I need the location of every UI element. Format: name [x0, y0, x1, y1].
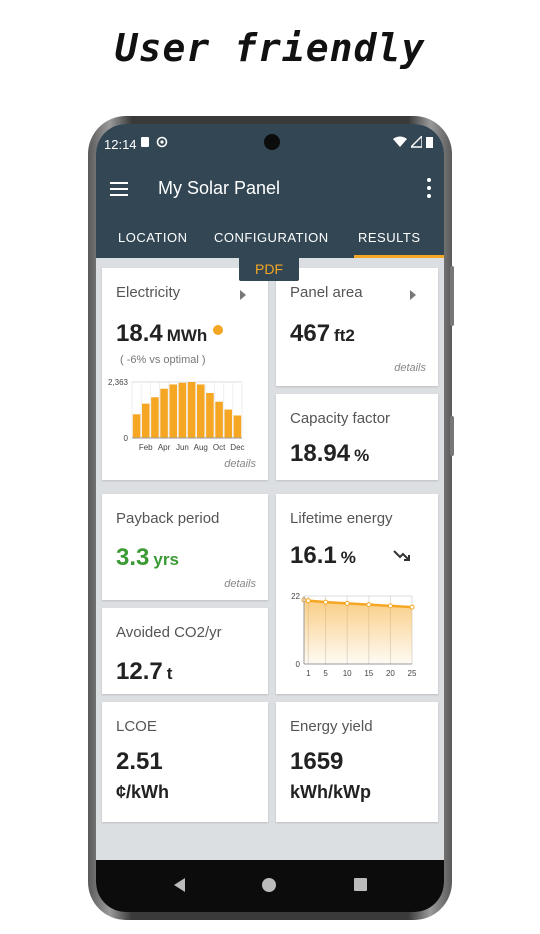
home-icon[interactable]	[262, 878, 276, 892]
lifetime-energy-value: 16.1%	[290, 542, 356, 569]
x-tick-15: 15	[364, 669, 373, 678]
panel-area-label: Panel area	[290, 284, 363, 301]
tab-configuration[interactable]: CONFIGURATION	[214, 230, 329, 245]
tab-location[interactable]: LOCATION	[118, 230, 188, 245]
data-point-1	[305, 598, 311, 604]
sim-icon	[141, 137, 149, 147]
x-tick-20: 20	[386, 669, 395, 678]
more-options-icon[interactable]	[426, 178, 432, 198]
app-title: My Solar Panel	[158, 178, 281, 198]
x-tick-25: 25	[408, 669, 417, 678]
y-tick-max: 22	[291, 592, 300, 601]
status-dot-icon	[213, 325, 224, 335]
front-camera	[264, 134, 280, 150]
electricity-note: ( -6% vs optimal )	[120, 354, 206, 366]
bar-nov	[224, 409, 233, 438]
recent-apps-icon[interactable]	[354, 878, 367, 891]
payback-value: 3.3 yrs	[116, 544, 179, 571]
lifetime-energy-label: Lifetime energy	[290, 510, 393, 527]
lcoe-label: LCOE	[116, 718, 157, 735]
x-tick-10: 10	[343, 669, 352, 678]
x-tick-1: 1	[306, 669, 311, 678]
lcoe-value: 2.51	[116, 748, 163, 775]
energy-yield-label: Energy yield	[290, 718, 373, 735]
lifetime-energy-chart: 2201 5 10 15 20 25	[291, 592, 417, 678]
data-point-25	[409, 604, 415, 610]
y-tick-zero: 0	[124, 434, 129, 443]
x-tick-dec: Dec	[230, 443, 244, 452]
panel-area-card[interactable]: Panel area 467 ft2 details	[276, 268, 438, 386]
electricity-unit: MWh	[166, 326, 208, 345]
electricity-details-link[interactable]: details	[224, 458, 256, 470]
bar-feb	[141, 403, 150, 438]
chevron-right-icon	[240, 290, 246, 300]
co2-value: 12.7 t	[116, 658, 173, 685]
wifi-icon	[393, 136, 407, 147]
energy-yield-unit: kWh/kWp	[290, 782, 371, 802]
bar-oct	[215, 401, 223, 438]
phone-frame: 12:14 My Solar Panel LOCATION CONFIGURAT…	[88, 116, 454, 920]
bar-mar	[151, 397, 159, 438]
payback-details-link[interactable]: details	[224, 578, 256, 590]
bar-jan	[132, 414, 141, 438]
x-tick-feb: Feb	[139, 443, 153, 452]
bar-sep	[206, 392, 214, 438]
panel-area-value: 467 ft2	[290, 320, 355, 347]
chevron-right-icon	[410, 290, 416, 300]
bar-apr	[160, 388, 168, 438]
bar-aug	[196, 384, 205, 438]
lifetime-energy-card: Lifetime energy 16.1% 22 0 1 5 10 15 20 25	[276, 494, 438, 694]
lcoe-card: LCOE 2.51 ¢/kWh	[102, 702, 268, 822]
screen: 12:14 My Solar Panel LOCATION CONFIGURAT…	[96, 124, 444, 912]
co2-card: Avoided CO2/yr 12.7 t	[102, 608, 268, 694]
data-point-15	[366, 602, 372, 608]
bar-jul	[187, 382, 196, 438]
capacity-factor-value: 18.94%	[290, 440, 370, 467]
back-icon[interactable]	[174, 878, 185, 892]
signal-icon	[411, 136, 422, 148]
pdf-button[interactable]: PDF	[239, 257, 299, 281]
power-button	[450, 416, 454, 456]
trend-down-icon	[393, 550, 410, 561]
capacity-factor-card: Capacity factor 18.94%	[276, 394, 438, 480]
y-tick-max: 2,363	[108, 378, 129, 387]
energy-yield-card: Energy yield 1659 kWh/kWp	[276, 702, 438, 822]
data-point-10	[344, 600, 350, 606]
monthly-energy-chart: 2,363 0 Feb Apr Jun Aug Oct Dec	[108, 378, 245, 452]
tab-results[interactable]: RESULTS	[358, 230, 421, 245]
status-bar: 12:14	[96, 124, 444, 162]
results-grid: Electricity 18.4 MWh ( -6% vs optimal ) 2…	[96, 258, 444, 858]
navigation-bar	[96, 860, 444, 912]
tab-bar: LOCATION CONFIGURATION RESULTS	[96, 218, 444, 258]
co2-label: Avoided CO2/yr	[116, 624, 222, 641]
panel-area-details-link[interactable]: details	[394, 362, 426, 374]
x-tick-5: 5	[323, 669, 328, 678]
bar-dec	[233, 415, 242, 438]
energy-yield-value: 1659	[290, 748, 344, 775]
payback-card[interactable]: Payback period 3.3 yrs details	[102, 494, 268, 600]
status-time: 12:14	[104, 137, 137, 152]
menu-icon[interactable]	[110, 182, 128, 196]
electricity-label: Electricity	[116, 284, 181, 301]
headline: User friendly	[114, 26, 426, 70]
lcoe-unit: ¢/kWh	[116, 782, 170, 802]
data-point-5	[323, 599, 329, 605]
bar-jun	[178, 382, 187, 438]
data-point-20	[387, 603, 393, 609]
x-tick-jun: Jun	[176, 443, 189, 452]
y-tick-zero: 0	[296, 660, 301, 669]
battery-icon	[426, 137, 433, 148]
x-tick-oct: Oct	[213, 443, 226, 452]
x-tick-aug: Aug	[194, 443, 208, 452]
payback-label: Payback period	[116, 510, 220, 527]
electricity-value: 18.4 MWh	[116, 320, 224, 348]
x-tick-apr: Apr	[158, 443, 171, 452]
area-fill	[304, 600, 412, 664]
sync-icon	[156, 136, 168, 148]
bar-may	[169, 384, 178, 438]
electricity-card[interactable]: Electricity 18.4 MWh ( -6% vs optimal ) 2…	[102, 268, 268, 480]
capacity-factor-label: Capacity factor	[290, 410, 391, 427]
volume-button	[450, 266, 454, 326]
app-bar: My Solar Panel	[96, 162, 444, 218]
